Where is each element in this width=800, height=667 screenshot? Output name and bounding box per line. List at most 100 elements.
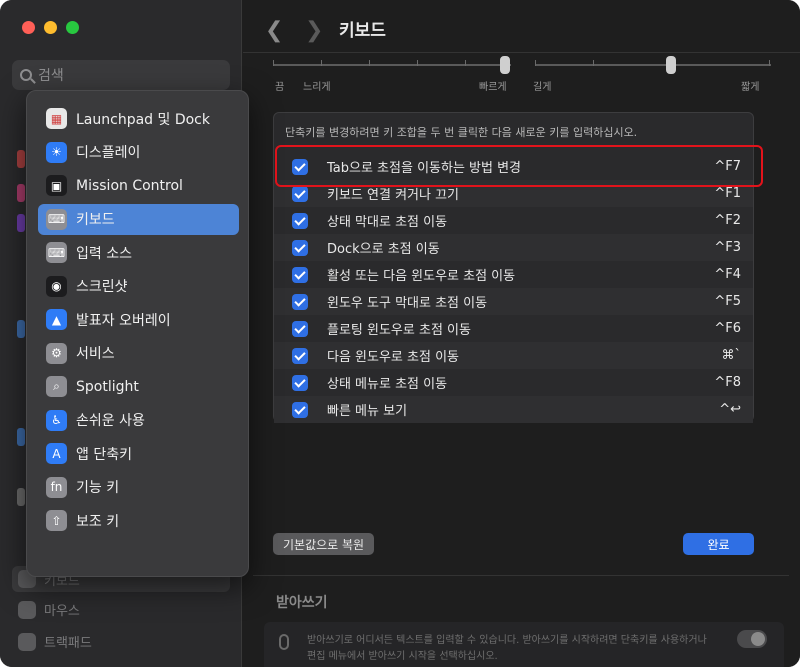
shortcut-key[interactable]: ^F3 <box>714 240 741 255</box>
shortcut-checkbox[interactable] <box>292 293 308 310</box>
shortcut-row[interactable]: 다음 윈도우로 초점 이동 ⌘` <box>274 342 753 369</box>
search-icon <box>20 69 32 81</box>
key-repeat-slider-knob[interactable] <box>500 56 510 74</box>
dictation-toggle[interactable] <box>737 630 767 648</box>
shortcut-key[interactable]: ^F4 <box>714 267 741 282</box>
search-field[interactable]: 검색 <box>12 60 230 90</box>
shortcut-key[interactable]: ⌘` <box>722 348 742 363</box>
menu-item-label: Spotlight <box>76 378 139 395</box>
shortcut-key[interactable]: ^F2 <box>714 213 741 228</box>
input-source-icon: ⌨ <box>46 242 67 263</box>
shortcut-label: 활성 또는 다음 윈도우로 초점 이동 <box>327 269 516 284</box>
shortcut-key[interactable]: ^F5 <box>714 294 741 309</box>
menu-item[interactable]: ♿ 손쉬운 사용 <box>38 405 239 436</box>
shortcut-label: 다음 윈도우로 초점 이동 <box>327 350 459 365</box>
shortcut-row[interactable]: 플로팅 윈도우로 초점 이동 ^F6 <box>274 315 753 342</box>
settings-window: 검색 키보드 마우스 트랙패드 ❮ ❯ 키보드 끔 느리게 빠르게 길게 짧게 … <box>0 0 800 667</box>
presenter-overlay-icon: ▲ <box>46 309 67 330</box>
shortcut-hint: 단축키를 변경하려면 키 조합을 두 번 클릭한 다음 새로운 키를 입력하십시… <box>285 126 638 139</box>
shortcut-row[interactable]: 윈도우 도구 막대로 초점 이동 ^F5 <box>274 288 753 315</box>
zoom-window-button[interactable] <box>66 21 79 34</box>
shortcut-key[interactable]: ^F6 <box>714 321 741 336</box>
sidebar-item-label: 마우스 <box>44 604 80 619</box>
done-button[interactable]: 완료 <box>683 533 754 555</box>
slider-tick <box>369 60 370 66</box>
menu-item-label: 기능 키 <box>76 480 120 496</box>
slider-tick <box>535 60 536 66</box>
launchpad-icon: ▦ <box>46 108 67 129</box>
shortcut-label: 상태 메뉴로 초점 이동 <box>327 377 448 392</box>
menu-item[interactable]: ▲ 발표자 오버레이 <box>38 304 239 335</box>
menu-item[interactable]: ⌕ Spotlight <box>38 371 239 402</box>
slider-label-long: 길게 <box>533 82 552 93</box>
slider-tick <box>321 60 322 66</box>
shortcut-checkbox[interactable] <box>292 374 308 391</box>
sidebar-item-icon <box>17 184 25 202</box>
shortcut-row[interactable]: 빠른 메뉴 보기 ^↩ <box>274 396 753 423</box>
shortcut-checkbox[interactable] <box>292 401 308 418</box>
microphone-icon <box>279 634 289 650</box>
menu-item[interactable]: ▦ Launchpad 및 Dock <box>38 103 239 134</box>
shortcut-checkbox[interactable] <box>292 320 308 337</box>
menu-item-label: 발표자 오버레이 <box>76 312 171 329</box>
slider-label-off: 끔 <box>275 82 285 93</box>
repeat-delay-slider[interactable] <box>535 64 771 66</box>
close-window-button[interactable] <box>22 21 35 34</box>
forward-button[interactable]: ❯ <box>305 18 323 43</box>
menu-item-label: 키보드 <box>76 212 115 228</box>
slider-tick <box>417 60 418 66</box>
shortcut-label: 빠른 메뉴 보기 <box>327 404 408 419</box>
keyboard-category-menu: ▦ Launchpad 및 Dock ☀ 디스플레이 ▣ Mission Control ⌨… <box>26 90 249 577</box>
shortcut-row[interactable]: Dock으로 초점 이동 ^F3 <box>274 234 753 261</box>
slider-label-slow: 느리게 <box>303 82 331 93</box>
back-button[interactable]: ❮ <box>265 18 283 43</box>
slider-tick <box>769 60 770 66</box>
divider <box>253 575 789 576</box>
menu-item[interactable]: fn 기능 키 <box>38 472 239 503</box>
shortcut-label: 윈도우 도구 막대로 초점 이동 <box>327 296 488 311</box>
shortcut-checkbox[interactable] <box>292 185 308 202</box>
display-icon: ☀ <box>46 141 67 163</box>
sidebar-item-mouse[interactable]: 마우스 <box>18 600 80 619</box>
shortcut-checkbox[interactable] <box>292 347 308 364</box>
menu-item-label: 앱 단축키 <box>76 446 132 463</box>
menu-item-label: Launchpad 및 Dock <box>76 111 210 128</box>
search-placeholder: 검색 <box>38 68 64 84</box>
services-icon: ⚙ <box>46 342 67 364</box>
slider-tick <box>465 60 466 66</box>
menu-item-label: 디스플레이 <box>76 145 141 161</box>
menu-item[interactable]: A 앱 단축키 <box>38 438 239 469</box>
menu-item[interactable]: ⌨ 키보드 <box>38 203 239 235</box>
restore-defaults-button[interactable]: 기본값으로 복원 <box>273 533 375 555</box>
minimize-window-button[interactable] <box>44 21 57 34</box>
menu-item-label: 입력 소스 <box>76 245 132 262</box>
menu-item[interactable]: ☀ 디스플레이 <box>38 137 239 168</box>
shortcut-row[interactable]: 상태 막대로 초점 이동 ^F2 <box>274 207 753 234</box>
menu-item-label: 서비스 <box>76 346 115 362</box>
shortcut-checkbox[interactable] <box>292 239 308 256</box>
slider-tick <box>273 60 274 66</box>
menu-item-label: 손쉬운 사용 <box>76 413 145 429</box>
shortcut-checkbox[interactable] <box>292 212 308 229</box>
shortcut-label: 상태 막대로 초점 이동 <box>327 215 448 230</box>
page-title: 키보드 <box>339 21 386 41</box>
shortcut-key[interactable]: ^F1 <box>714 186 741 201</box>
trackpad-icon <box>18 632 36 651</box>
sidebar-item-trackpad[interactable]: 트랙패드 <box>18 632 92 651</box>
menu-item[interactable]: ⌨ 입력 소스 <box>38 237 239 268</box>
menu-item-label: Mission Control <box>76 177 183 194</box>
mouse-icon <box>18 600 36 619</box>
shortcut-row[interactable]: 활성 또는 다음 윈도우로 초점 이동 ^F4 <box>274 261 753 288</box>
shortcut-checkbox[interactable] <box>292 266 308 283</box>
shortcut-key[interactable]: ^↩ <box>719 402 741 417</box>
key-repeat-slider[interactable] <box>273 64 511 66</box>
menu-item[interactable]: ◉ 스크린샷 <box>38 271 239 302</box>
sidebar-item-icon <box>17 428 25 446</box>
dictation-description: 편집 메뉴에서 받아쓰기 시작을 선택하십시오. <box>307 651 498 662</box>
menu-item[interactable]: ⚙ 서비스 <box>38 338 239 369</box>
menu-item[interactable]: ⇧ 보조 키 <box>38 505 239 536</box>
shortcut-row[interactable]: 상태 메뉴로 초점 이동 ^F8 <box>274 369 753 396</box>
repeat-delay-slider-knob[interactable] <box>666 56 676 74</box>
menu-item[interactable]: ▣ Mission Control <box>38 170 239 201</box>
shortcut-key[interactable]: ^F8 <box>714 375 741 390</box>
